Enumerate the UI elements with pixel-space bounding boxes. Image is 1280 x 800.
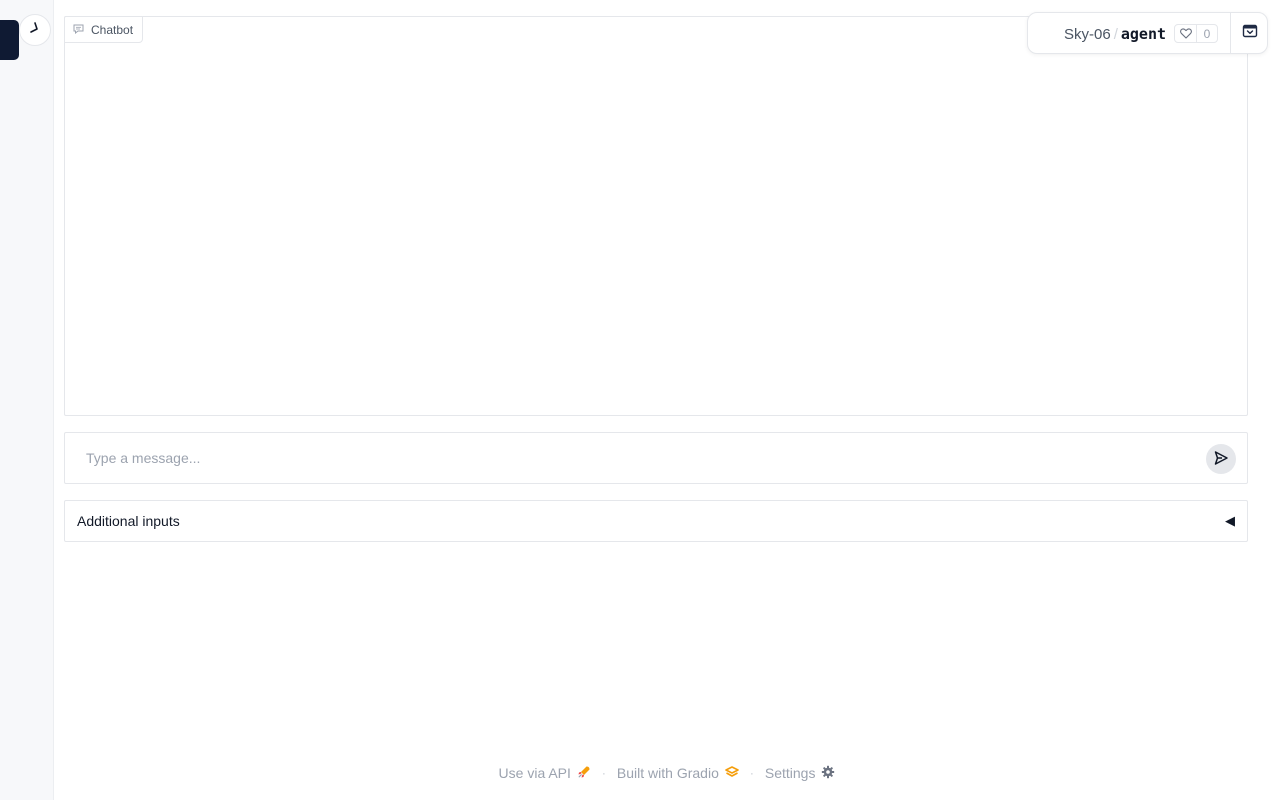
send-button[interactable] (1206, 444, 1236, 474)
gradio-logo-icon (725, 765, 739, 781)
use-via-api-link[interactable]: Use via API (499, 765, 591, 782)
api-label: Use via API (498, 765, 571, 781)
space-badge: Sky-06 / agent 0 (1027, 12, 1268, 54)
settings-link[interactable]: Settings (765, 765, 836, 782)
space-title[interactable]: Sky-06 / agent (1064, 25, 1166, 43)
space-name[interactable]: agent (1121, 25, 1166, 43)
chatbot-panel: Chatbot (64, 16, 1248, 416)
send-icon (1213, 450, 1229, 469)
sidebar-tab[interactable] (0, 20, 19, 60)
chat-bubble-icon (73, 23, 84, 37)
chatbot-label-text: Chatbot (91, 22, 134, 37)
settings-label: Settings (764, 765, 816, 781)
space-separator: / (1113, 25, 1118, 43)
like-button[interactable]: 0 (1174, 24, 1218, 43)
accordion-arrow-icon: ◀ (1225, 513, 1235, 528)
additional-inputs-accordion[interactable]: Additional inputs ◀ (64, 500, 1248, 542)
gradio-label: Built with Gradio (616, 765, 719, 781)
sidebar (0, 0, 54, 800)
like-count: 0 (1203, 26, 1211, 41)
footer: Use via API · Built with Gradio · Settin… (54, 762, 1280, 784)
chatbot-label: Chatbot (64, 16, 144, 43)
gear-icon (821, 765, 835, 782)
footer-separator: · (601, 766, 606, 780)
sidebar-toggle-button[interactable] (19, 14, 51, 46)
chevron-icon (28, 21, 42, 40)
accordion-label: Additional inputs (77, 513, 180, 529)
collapse-badge-button[interactable] (1231, 13, 1268, 53)
message-input[interactable] (86, 446, 1186, 470)
space-owner[interactable]: Sky-06 (1064, 26, 1111, 43)
collapse-icon (1242, 24, 1258, 43)
heart-icon (1175, 25, 1197, 42)
message-input-row (64, 432, 1248, 484)
built-with-gradio-link[interactable]: Built with Gradio (617, 765, 739, 781)
footer-separator: · (749, 766, 754, 780)
rocket-icon (577, 765, 591, 782)
